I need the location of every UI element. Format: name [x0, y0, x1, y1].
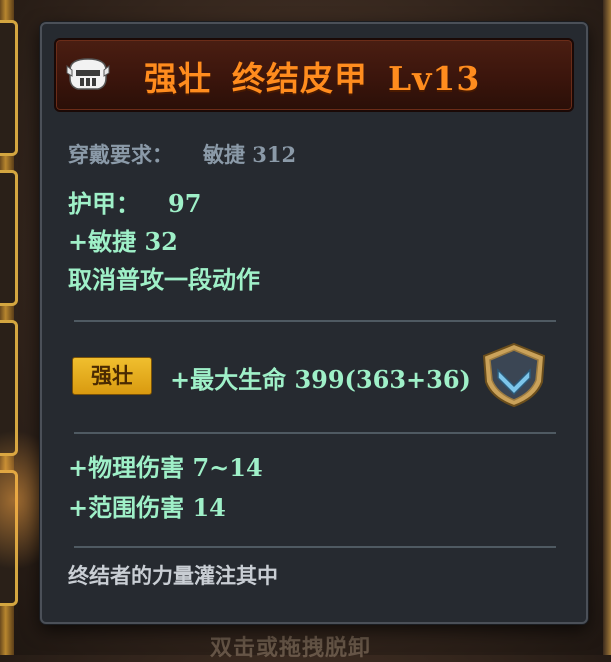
- flavor-text: 终结者的力量灌注其中: [68, 563, 278, 588]
- divider: [74, 432, 556, 434]
- special-effect: 取消普攻一段动作: [68, 265, 260, 294]
- area-damage-stat: +范围伤害 14: [68, 493, 226, 522]
- background-right-frame: [603, 0, 611, 655]
- wear-requirement: 穿戴要求： 敏捷 312: [68, 139, 296, 169]
- armor-value: 97: [168, 189, 202, 218]
- armor-stat: 护甲： 97: [68, 184, 201, 219]
- enchant-badge: 强壮: [72, 357, 152, 395]
- item-name: 终结皮甲: [232, 59, 368, 98]
- helmet-icon: [66, 58, 110, 90]
- requirement-value: 敏捷 312: [203, 142, 297, 167]
- max-hp-stat: +最大生命 399(363+36): [170, 365, 471, 394]
- background-slot: [0, 20, 18, 156]
- item-title: 强壮 终结皮甲 Lv13: [144, 52, 500, 100]
- divider: [74, 546, 556, 548]
- unequip-hint[interactable]: 双击或拖拽脱卸: [210, 630, 371, 662]
- agility-stat: +敏捷 32: [68, 227, 178, 256]
- physical-damage-stat: +物理伤害 7~14: [68, 453, 263, 482]
- divider: [74, 320, 556, 322]
- background-slot: [0, 170, 18, 306]
- item-title-bar: 强壮 终结皮甲 Lv13: [54, 38, 574, 112]
- item-prefix: 强壮: [144, 59, 212, 98]
- item-level: Lv13: [388, 59, 481, 98]
- armor-label: 护甲：: [68, 189, 140, 218]
- armor-shield-icon: [482, 342, 546, 408]
- item-tooltip: 强壮 终结皮甲 Lv13 穿戴要求： 敏捷 312 护甲： 97 +敏捷 32 取消普攻…: [40, 22, 588, 624]
- requirement-label: 穿戴要求：: [68, 142, 173, 167]
